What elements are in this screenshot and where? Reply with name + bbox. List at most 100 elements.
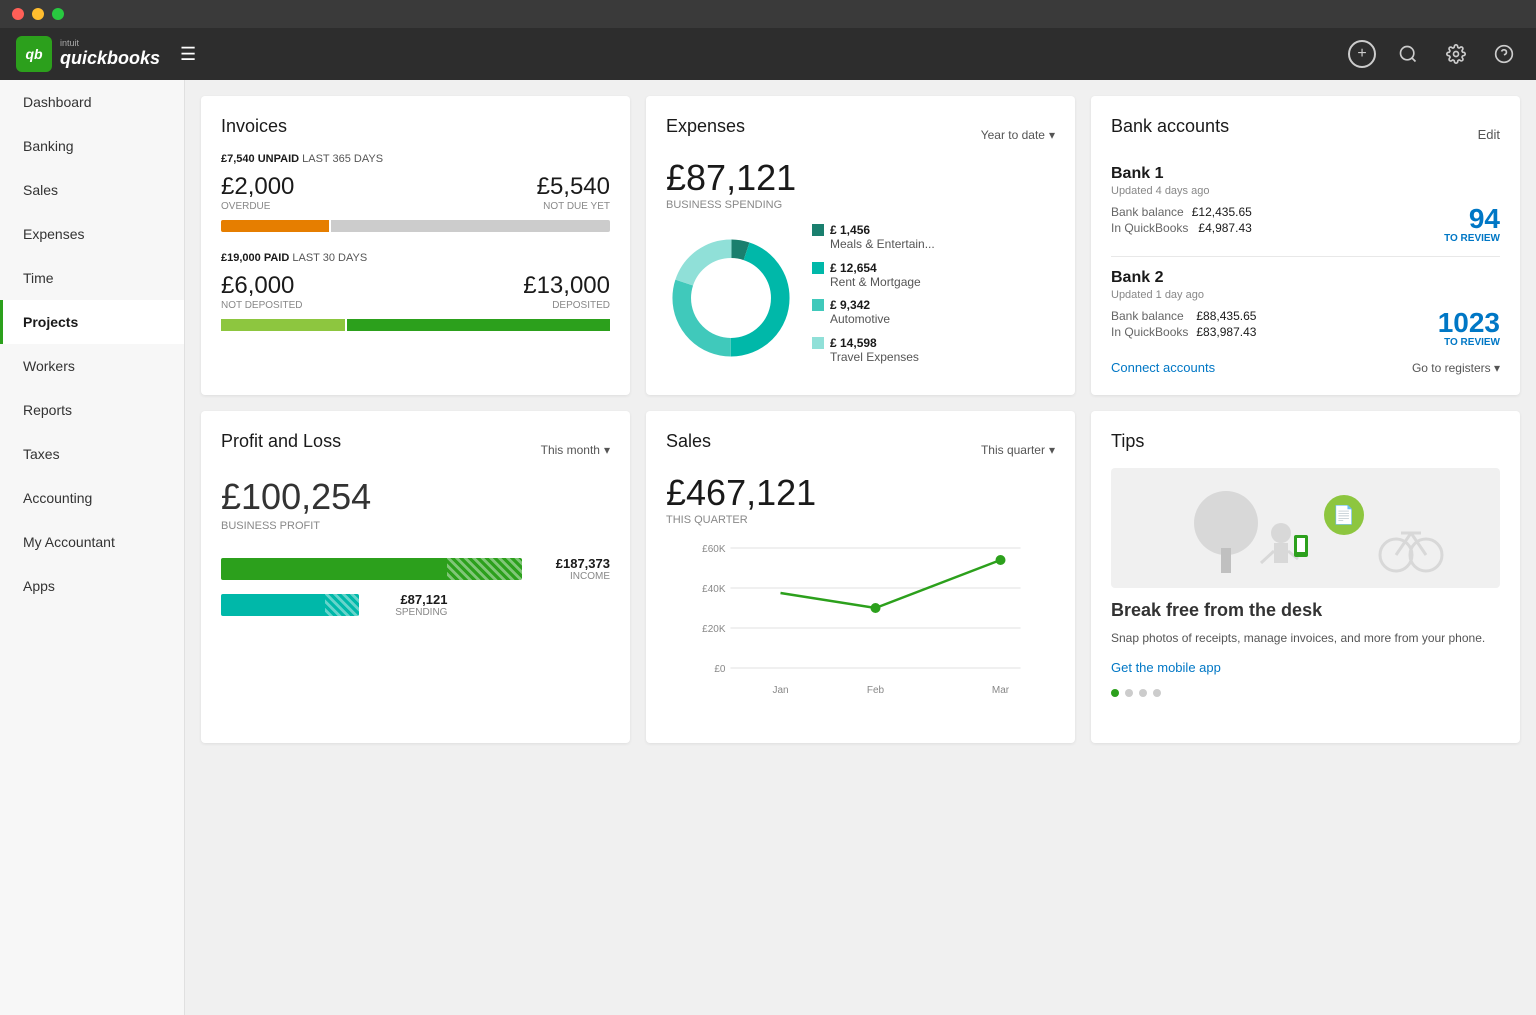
sidebar-item-taxes[interactable]: Taxes [0, 432, 184, 476]
sales-period-select[interactable]: This quarter ▾ [981, 443, 1055, 457]
expenses-legend: £ 1,456 Meals & Entertain... £ 12,654 Re… [812, 223, 1055, 373]
bank1-review: 94 TO REVIEW [1444, 205, 1500, 244]
sidebar-item-apps[interactable]: Apps [0, 564, 184, 608]
tips-card: Tips [1091, 411, 1520, 743]
bank1-balance-row: Bank balance £12,435.65 [1111, 205, 1252, 219]
mac-close-btn[interactable] [12, 8, 24, 20]
invoices-overdue-amount: £2,000 [221, 173, 294, 201]
go-to-registers-link[interactable]: Go to registers ▾ [1412, 361, 1500, 375]
bank-footer: Connect accounts Go to registers ▾ [1111, 360, 1500, 375]
profit-period-select[interactable]: This month ▾ [541, 443, 610, 457]
mac-max-btn[interactable] [52, 8, 64, 20]
tips-svg-illustration: 📄 [1166, 473, 1446, 583]
notdue-bar-segment [331, 220, 610, 232]
deposited-bar-segment [347, 319, 610, 331]
profit-header: Profit and Loss This month ▾ [221, 431, 610, 468]
income-bar [221, 558, 522, 580]
bank2-name: Bank 2 [1111, 269, 1500, 287]
bank1-qb-row: In QuickBooks £4,987.43 [1111, 221, 1252, 235]
sidebar-item-expenses[interactable]: Expenses [0, 212, 184, 256]
sales-header: Sales This quarter ▾ [666, 431, 1055, 468]
logo-intuit-text: intuit [60, 39, 160, 48]
legend-color-1 [812, 224, 824, 236]
invoices-notdue-label: NOT DUE YET [537, 201, 610, 212]
legend-item-1: £ 1,456 Meals & Entertain... [812, 223, 1055, 253]
tips-card-desc: Snap photos of receipts, manage invoices… [1111, 629, 1500, 647]
settings-button[interactable] [1440, 38, 1472, 70]
invoices-overdue-row: £2,000 OVERDUE £5,540 NOT DUE YET [221, 173, 610, 212]
help-icon [1494, 44, 1514, 64]
dot-1 [1111, 689, 1119, 697]
svg-text:£0: £0 [714, 664, 726, 675]
sales-line-chart: £60K £40K £20K £0 Jan Feb Mar [666, 538, 1055, 718]
sidebar-item-accounting[interactable]: Accounting [0, 476, 184, 520]
income-label: INCOME [530, 571, 610, 582]
search-button[interactable] [1392, 38, 1424, 70]
sales-total-amount: £467,121 [666, 472, 1055, 514]
tips-dots [1111, 689, 1500, 697]
sidebar-item-reports[interactable]: Reports [0, 388, 184, 432]
spending-amount: £87,121 [367, 592, 447, 607]
app-header: qb intuit quickbooks ☰ + [0, 28, 1536, 80]
legend-color-4 [812, 337, 824, 349]
sidebar-item-workers[interactable]: Workers [0, 344, 184, 388]
sidebar-item-my-accountant[interactable]: My Accountant [0, 520, 184, 564]
sidebar-item-sales[interactable]: Sales [0, 168, 184, 212]
bank1-updated: Updated 4 days ago [1111, 185, 1500, 197]
expenses-content: £ 1,456 Meals & Entertain... £ 12,654 Re… [666, 223, 1055, 373]
expenses-period-select[interactable]: Year to date ▾ [981, 128, 1055, 142]
expenses-total-amount: £87,121 [666, 157, 1055, 199]
bank2-updated: Updated 1 day ago [1111, 289, 1500, 301]
svg-text:Feb: Feb [867, 685, 885, 696]
tips-illustration: 📄 [1111, 468, 1500, 588]
sidebar-item-banking[interactable]: Banking [0, 124, 184, 168]
dot-3 [1139, 689, 1147, 697]
sidebar-item-time[interactable]: Time [0, 256, 184, 300]
add-button[interactable]: + [1348, 40, 1376, 68]
dashboard-grid: Invoices £7,540 UNPAID LAST 365 DAYS £2,… [201, 96, 1520, 743]
spending-bar [221, 594, 359, 616]
overdue-bar-segment [221, 220, 329, 232]
profit-sub: BUSINESS PROFIT [221, 520, 610, 532]
notdeposited-bar-segment [221, 319, 345, 331]
legend-item-4: £ 14,598 Travel Expenses [812, 336, 1055, 366]
svg-text:£20K: £20K [702, 624, 726, 635]
expenses-title: Expenses [666, 116, 745, 137]
header-right: + [1348, 38, 1520, 70]
hamburger-button[interactable]: ☰ [176, 40, 200, 69]
main-content: Invoices £7,540 UNPAID LAST 365 DAYS £2,… [185, 80, 1536, 1015]
mac-min-btn[interactable] [32, 8, 44, 20]
expenses-header: Expenses Year to date ▾ [666, 116, 1055, 153]
bank-divider [1111, 256, 1500, 257]
invoices-overdue-bar [221, 220, 610, 232]
header-left: qb intuit quickbooks ☰ [16, 36, 200, 72]
income-bar-row: £187,373 INCOME [221, 556, 610, 582]
sidebar-item-projects[interactable]: Projects [0, 300, 184, 344]
legend-item-3: £ 9,342 Automotive [812, 298, 1055, 328]
connect-accounts-link[interactable]: Connect accounts [1111, 360, 1215, 375]
invoices-paid-label: £19,000 PAID LAST 30 DAYS [221, 252, 610, 264]
bank1-name: Bank 1 [1111, 165, 1500, 183]
expenses-card: Expenses Year to date ▾ £87,121 BUSINESS… [646, 96, 1075, 395]
sidebar: Dashboard Banking Sales Expenses Time Pr… [0, 80, 185, 1015]
logo-icon: qb [16, 36, 52, 72]
legend-color-3 [812, 299, 824, 311]
bank-accounts-card: Bank accounts Edit Bank 1 Updated 4 days… [1091, 96, 1520, 395]
sales-line [781, 560, 1001, 608]
sales-card: Sales This quarter ▾ £467,121 THIS QUART… [646, 411, 1075, 743]
sales-chart: £60K £40K £20K £0 Jan Feb Mar [666, 538, 1055, 723]
bank-card-header: Bank accounts Edit [1111, 116, 1500, 153]
sidebar-item-dashboard[interactable]: Dashboard [0, 80, 184, 124]
profit-loss-card: Profit and Loss This month ▾ £100,254 BU… [201, 411, 630, 743]
help-button[interactable] [1488, 38, 1520, 70]
invoices-deposited-label: DEPOSITED [523, 300, 610, 311]
bank-edit-link[interactable]: Edit [1478, 127, 1500, 142]
svg-text:Jan: Jan [772, 685, 788, 696]
spending-label: SPENDING [367, 607, 447, 618]
get-mobile-app-link[interactable]: Get the mobile app [1111, 660, 1221, 675]
tips-card-title: Break free from the desk [1111, 600, 1500, 621]
logo: qb intuit quickbooks [16, 36, 160, 72]
invoices-deposited-amount: £13,000 [523, 272, 610, 300]
invoices-card: Invoices £7,540 UNPAID LAST 365 DAYS £2,… [201, 96, 630, 395]
svg-text:📄: 📄 [1332, 504, 1354, 525]
